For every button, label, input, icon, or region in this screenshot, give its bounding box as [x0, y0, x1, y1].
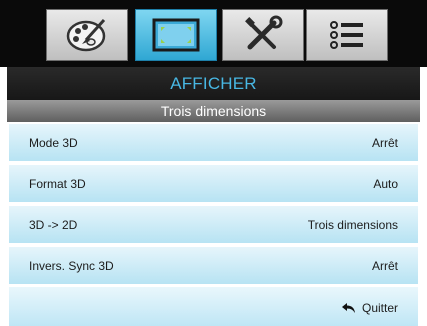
tab-settings[interactable] [222, 9, 304, 61]
setting-label: Format 3D [29, 177, 86, 191]
setting-label: 3D -> 2D [29, 218, 78, 232]
quit-label: Quitter [361, 301, 398, 315]
tab-image-settings[interactable] [46, 9, 128, 61]
setting-label: Mode 3D [29, 136, 78, 150]
setting-value: Arrêt [371, 136, 398, 150]
setting-row-invers-sync-3d[interactable]: Invers. Sync 3D Arrêt [9, 247, 418, 285]
setting-row-3d-to-2d[interactable]: 3D -> 2D Trois dimensions [9, 206, 418, 244]
setting-row-format-3d[interactable]: Format 3D Auto [9, 165, 418, 203]
tab-display[interactable] [135, 9, 217, 61]
submenu-title: Trois dimensions [7, 100, 420, 122]
setting-value: Auto [373, 177, 398, 191]
tab-options[interactable] [306, 9, 388, 61]
menu-footer: Quitter [9, 287, 418, 326]
setting-value: Trois dimensions [307, 218, 398, 232]
quit-button[interactable]: Quitter [341, 298, 398, 318]
tools-icon [245, 15, 283, 50]
setting-row-mode-3d[interactable]: Mode 3D Arrêt [9, 124, 418, 162]
return-arrow-icon [341, 303, 355, 313]
menu-title: AFFICHER [7, 67, 420, 100]
palette-icon [66, 18, 106, 52]
setting-label: Invers. Sync 3D [29, 259, 114, 273]
top-icon-bar [0, 0, 427, 67]
list-menu-icon [330, 21, 363, 49]
display-screen-icon [152, 18, 200, 52]
setting-value: Arrêt [371, 259, 398, 273]
